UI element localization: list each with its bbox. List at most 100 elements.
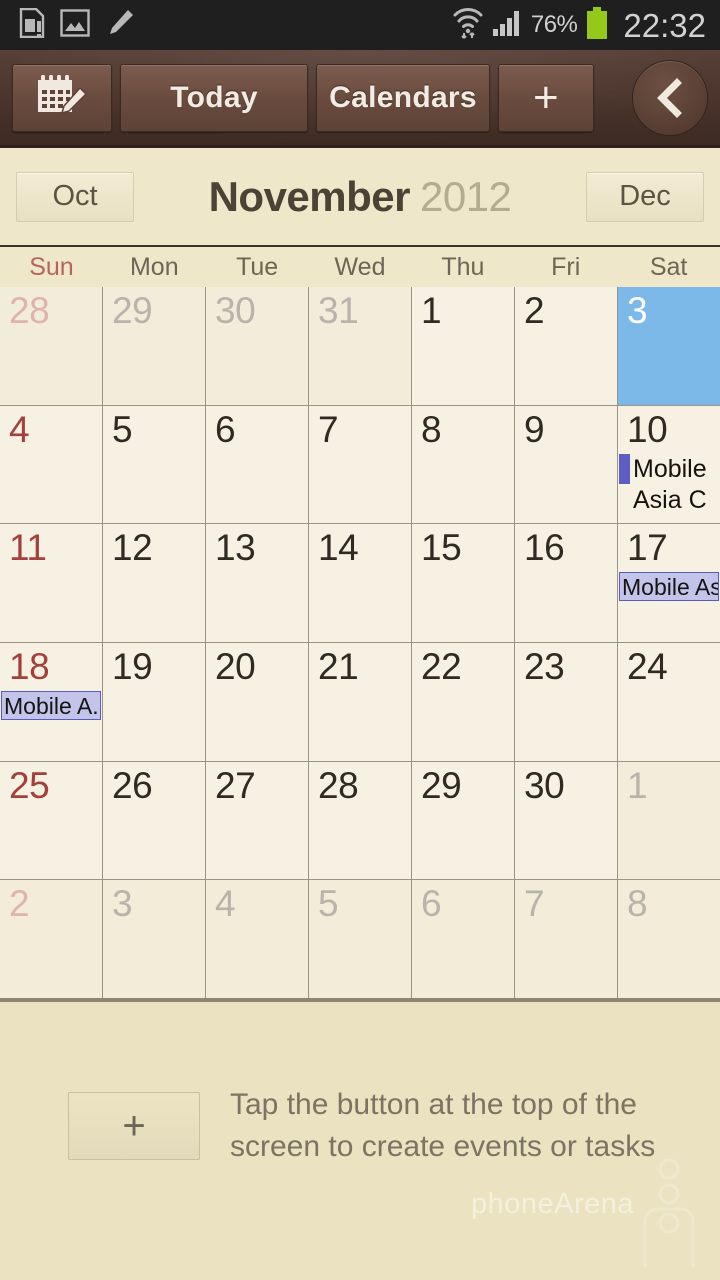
- day-cell[interactable]: 28: [0, 287, 103, 405]
- day-cell[interactable]: 19: [103, 643, 206, 761]
- day-cell[interactable]: 11: [0, 524, 103, 643]
- day-number: 17: [627, 527, 668, 569]
- battery-percent-label: 76%: [530, 11, 578, 38]
- day-cell[interactable]: 5: [103, 405, 206, 524]
- day-number: 6: [215, 408, 236, 450]
- status-bar-left-icons: [18, 7, 134, 43]
- day-cell[interactable]: 9: [515, 405, 618, 524]
- event-item[interactable]: Mobile As..: [619, 572, 719, 602]
- day-cell[interactable]: 26: [103, 761, 206, 880]
- image-icon: [60, 8, 90, 43]
- day-number: 5: [318, 883, 339, 925]
- phonearena-watermark-icon: [643, 1158, 695, 1267]
- day-number: 20: [215, 646, 256, 688]
- day-cell[interactable]: 1: [618, 761, 720, 880]
- status-bar-clock: 22:32: [623, 6, 706, 44]
- add-event-button[interactable]: +: [498, 63, 594, 132]
- day-number: 29: [421, 764, 462, 806]
- day-cell[interactable]: 8: [412, 405, 515, 524]
- day-cell[interactable]: 24: [618, 643, 720, 761]
- day-cell[interactable]: 6: [412, 880, 515, 999]
- day-cell[interactable]: 28: [309, 761, 412, 880]
- day-number: 5: [112, 408, 133, 450]
- day-cell[interactable]: 16: [515, 524, 618, 643]
- view-switch-button[interactable]: [12, 63, 112, 132]
- day-number: 30: [524, 764, 565, 806]
- day-cell[interactable]: 31: [309, 287, 412, 405]
- day-cell[interactable]: 1: [412, 287, 515, 405]
- day-cell[interactable]: 30: [206, 287, 309, 405]
- calendar-week-row: 2 3 4 5 6 7 8: [0, 880, 720, 999]
- day-number: 6: [421, 883, 442, 925]
- day-cell[interactable]: 6: [206, 405, 309, 524]
- day-cell[interactable]: 8: [618, 880, 720, 999]
- day-cell[interactable]: 29: [412, 761, 515, 880]
- day-number: 16: [524, 527, 565, 569]
- day-cell[interactable]: 3: [618, 287, 720, 405]
- day-cell[interactable]: 25: [0, 761, 103, 880]
- month-navigation-bar: Oct November 2012 Dec: [0, 148, 720, 245]
- weekday-header-sun: Sun: [29, 253, 74, 281]
- empty-state-hint-area: + Tap the button at the top of the scree…: [0, 1000, 720, 1280]
- day-number: 19: [112, 646, 153, 688]
- day-cell[interactable]: 4: [0, 405, 103, 524]
- event-item[interactable]: Mobile A..: [1, 691, 101, 721]
- status-bar-right-icons: 76% 22:32: [453, 6, 706, 45]
- day-cell[interactable]: 23: [515, 643, 618, 761]
- day-number: 30: [215, 290, 256, 331]
- day-cell[interactable]: 2: [515, 287, 618, 405]
- prev-month-button[interactable]: Oct: [16, 171, 134, 222]
- day-cell[interactable]: 29: [103, 287, 206, 405]
- day-number: 1: [421, 290, 442, 331]
- event-item[interactable]: Mobile Asia Congr..: [619, 453, 719, 524]
- day-cell[interactable]: 27: [206, 761, 309, 880]
- day-number: 4: [9, 408, 30, 450]
- day-number: 22: [421, 646, 462, 688]
- today-button[interactable]: Today: [120, 63, 308, 132]
- day-cell[interactable]: 2: [0, 880, 103, 999]
- day-cell[interactable]: 4: [206, 880, 309, 999]
- day-number: 3: [112, 883, 133, 925]
- day-cell[interactable]: 12: [103, 524, 206, 643]
- day-number: 28: [318, 764, 359, 806]
- day-number: 23: [524, 646, 565, 688]
- day-cell[interactable]: 18 Mobile A..: [0, 643, 103, 761]
- day-cell[interactable]: 20: [206, 643, 309, 761]
- weekday-header-row: Sun Mon Tue Wed Thu Fri Sat: [0, 245, 720, 287]
- day-cell[interactable]: 7: [515, 880, 618, 999]
- chevron-left-icon: [657, 77, 682, 118]
- day-number: 26: [112, 764, 153, 806]
- day-number: 4: [215, 883, 236, 925]
- day-cell[interactable]: 10Mobile Asia Congr..: [618, 405, 720, 524]
- calendar-month-grid: 2829303112345678910Mobile Asia Congr..11…: [0, 287, 720, 1000]
- calendar-week-row: 28 29 30 31 1 2 3: [0, 287, 720, 406]
- day-number: 15: [421, 527, 462, 569]
- event-title: Mobile Asia Congr..: [633, 454, 707, 524]
- watermark-label: phoneArena: [470, 1188, 634, 1220]
- day-cell[interactable]: 14: [309, 524, 412, 643]
- day-cell[interactable]: 30: [515, 761, 618, 880]
- day-cell[interactable]: 22: [412, 643, 515, 761]
- weekday-header-thu: Thu: [441, 253, 485, 281]
- day-number: 3: [627, 290, 648, 331]
- day-cell[interactable]: 15: [412, 524, 515, 643]
- day-cell[interactable]: 21: [309, 643, 412, 761]
- day-cell[interactable]: 3: [103, 880, 206, 999]
- day-number: 27: [215, 764, 256, 806]
- hint-row: + Tap the button at the top of the scree…: [68, 1084, 660, 1168]
- day-number: 28: [9, 290, 50, 331]
- hint-add-button[interactable]: +: [68, 1092, 200, 1160]
- day-number: 11: [9, 527, 47, 569]
- hint-text: Tap the button at the top of the screen …: [230, 1088, 656, 1163]
- day-number: 2: [9, 883, 30, 925]
- day-cell[interactable]: 13: [206, 524, 309, 643]
- year-label: 2012: [419, 172, 512, 220]
- day-cell[interactable]: 17Mobile As..: [618, 524, 720, 643]
- calendar-app-screen: 76% 22:32 Today Calendars + Oct November…: [0, 0, 720, 1280]
- day-cell[interactable]: 5: [309, 880, 412, 999]
- calendars-button[interactable]: Calendars: [316, 63, 490, 132]
- weekday-header-mon: Mon: [129, 253, 179, 281]
- day-cell[interactable]: 7: [309, 405, 412, 524]
- next-month-button[interactable]: Dec: [586, 171, 704, 222]
- back-button[interactable]: [632, 59, 708, 136]
